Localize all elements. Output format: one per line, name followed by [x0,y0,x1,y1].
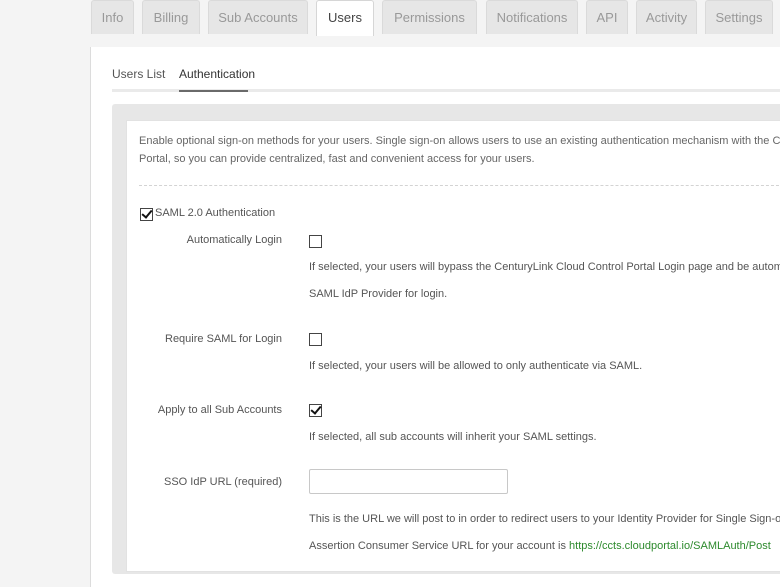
tab-permissions[interactable]: Permissions [382,0,477,34]
auto-login-checkbox[interactable] [309,235,322,248]
intro-line-1: Enable optional sign-on methods for your… [139,135,780,147]
apply-sub-accounts-help: If selected, all sub accounts will inher… [309,431,597,443]
tab-notifications[interactable]: Notifications [486,0,578,34]
subtab-authentication[interactable]: Authentication [179,67,255,81]
tab-activity[interactable]: Activity [636,0,697,34]
auto-login-help-line-2: SAML IdP Provider for login. [309,288,448,300]
require-saml-checkbox[interactable] [309,333,322,346]
tab-sub-accounts[interactable]: Sub Accounts [208,0,308,34]
sso-url-input[interactable] [309,469,508,494]
tab-billing[interactable]: Billing [142,0,200,34]
apply-sub-accounts-label: Apply to all Sub Accounts [157,404,282,416]
require-saml-label: Require SAML for Login [165,333,282,345]
apply-sub-accounts-checkbox[interactable] [309,404,322,417]
auto-login-label: Automatically Login [186,234,282,246]
sso-url-label: SSO IdP URL (required) [164,476,282,488]
acs-url-prefix: Assertion Consumer Service URL for your … [309,540,570,552]
saml-label: SAML 2.0 Authentication [155,207,276,219]
tab-api[interactable]: API [586,0,628,34]
authentication-card [126,120,780,572]
acs-url-link[interactable]: https://ccts.cloudportal.io/SAMLAuth/Pos… [569,540,771,552]
tab-info[interactable]: Info [91,0,134,34]
section-divider [139,185,780,186]
saml-checkbox[interactable] [140,208,153,221]
active-subtab-indicator [179,90,248,92]
tab-settings[interactable]: Settings [705,0,773,34]
sso-url-help: This is the URL we will post to in order… [309,513,780,525]
acs-url-line: Assertion Consumer Service URL for your … [309,540,771,552]
require-saml-help: If selected, your users will be allowed … [309,360,643,372]
auto-login-help-line-1: If selected, your users will bypass the … [309,261,780,273]
intro-text: Enable optional sign-on methods for your… [139,132,780,168]
tab-users[interactable]: Users [316,0,374,36]
subtab-users-list[interactable]: Users List [112,67,165,81]
intro-line-2: Portal, so you can provide centralized, … [139,153,535,165]
